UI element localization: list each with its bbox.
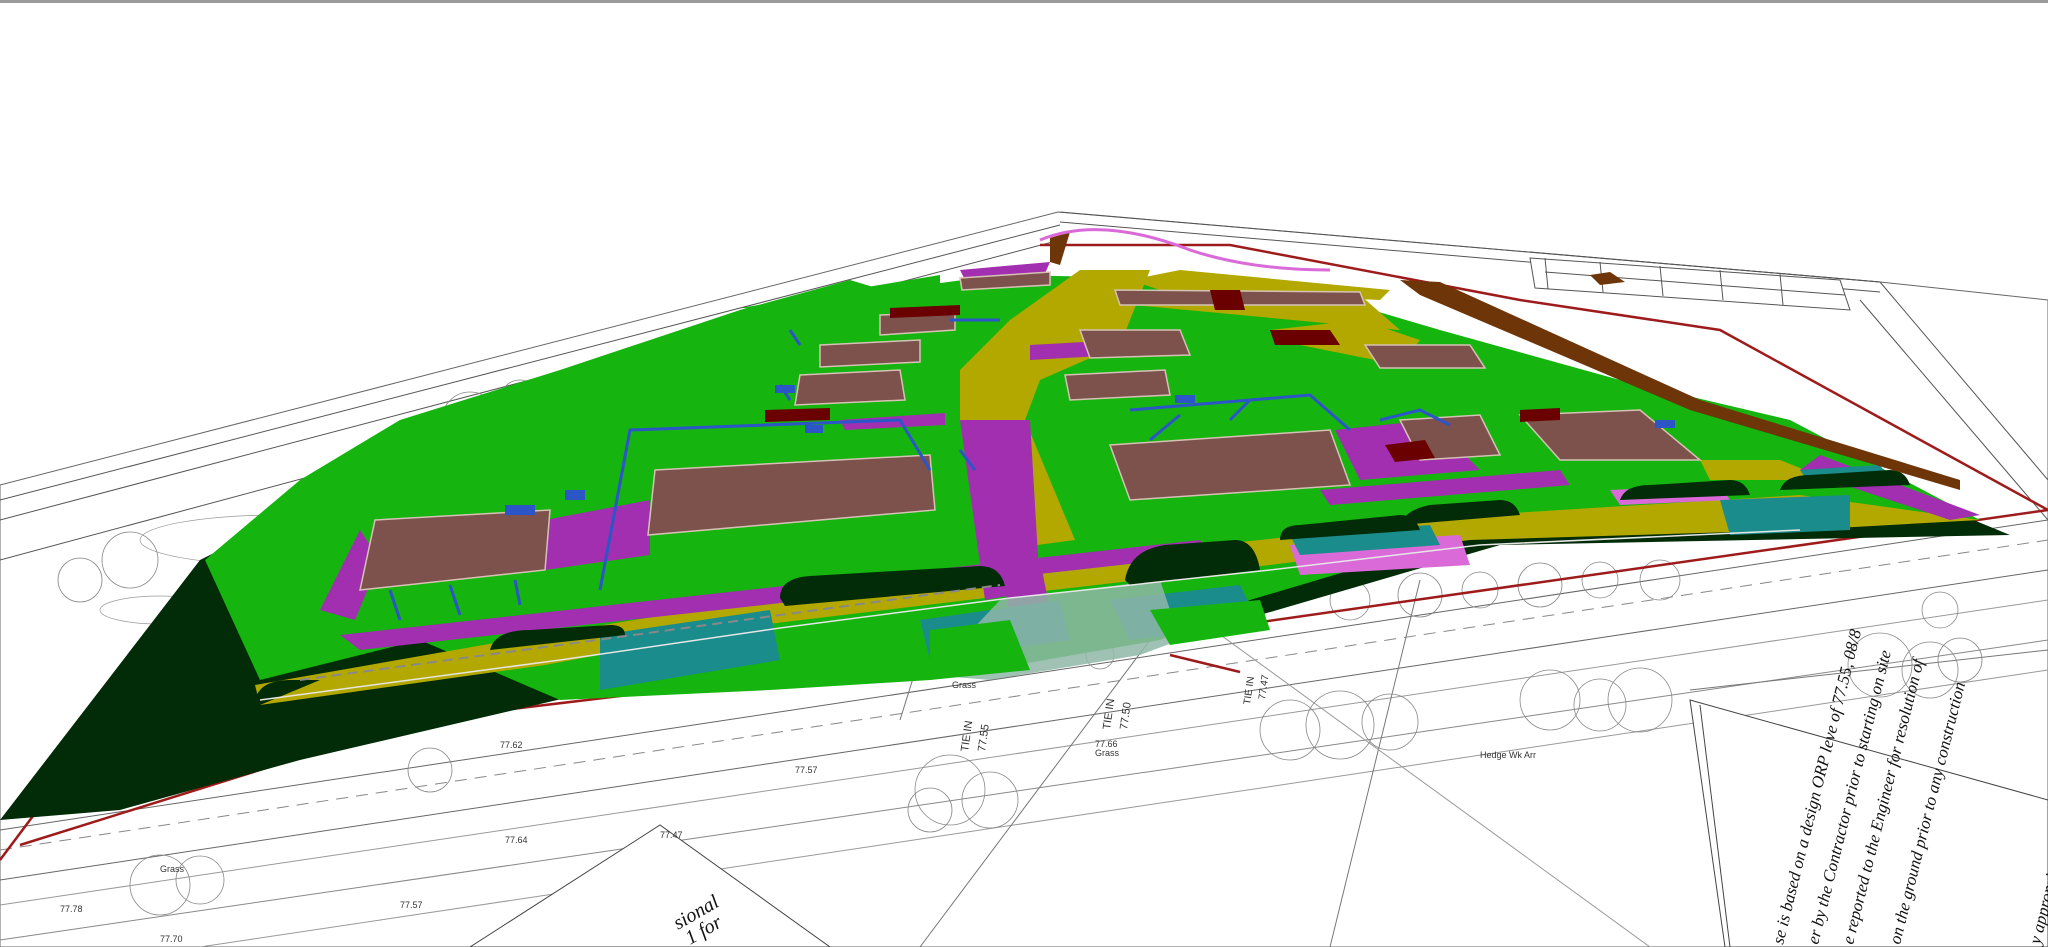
tie-in-label-1: TIE IN	[959, 720, 975, 753]
grass-label-3: Grass	[952, 680, 977, 690]
cad-3d-viewport[interactable]: TIE IN 77.55 TIE IN 77.50 TIE IN 77.47 7…	[0, 0, 2048, 947]
spot-level-1: 77.57	[795, 765, 818, 775]
building-6	[794, 369, 906, 406]
building-9	[1064, 369, 1171, 401]
spot-level-7: 77.62	[500, 740, 523, 750]
building-10	[1078, 329, 1192, 359]
building-11	[1363, 344, 1487, 369]
grass-label-2: Grass	[1095, 748, 1120, 758]
spot-level-4: 77.78	[60, 904, 83, 914]
spot-level-6: 77.70	[160, 934, 183, 944]
hedge-label: Hedge Wk Arr	[1480, 750, 1536, 760]
tie-in-level-2: 77.50	[1118, 701, 1134, 730]
site-3d-model: TIE IN 77.55 TIE IN 77.50 TIE IN 77.47 7…	[0, 211, 2048, 947]
spot-level-3: 77.47	[660, 830, 683, 840]
grass-label-1: Grass	[160, 864, 185, 874]
spot-level-5: 77.57	[400, 900, 423, 910]
tie-in-level-3: 77.47	[1257, 674, 1271, 701]
building-7	[819, 339, 921, 368]
tie-in-label-3: TIE IN	[1242, 676, 1257, 706]
spot-level-2: 77.64	[505, 835, 528, 845]
tie-in-level-1: 77.55	[976, 723, 992, 752]
